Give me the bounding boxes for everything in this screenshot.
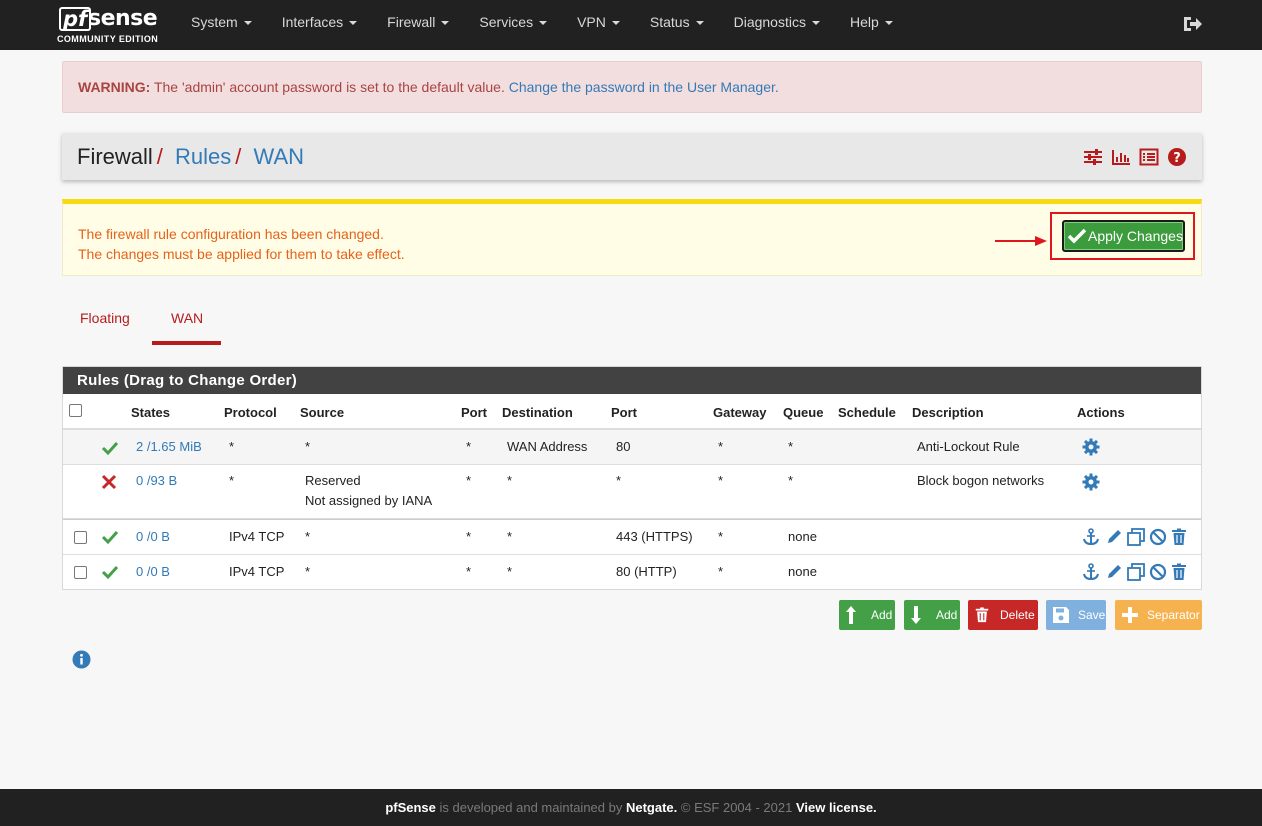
menu-system[interactable]: System [176, 0, 267, 50]
help-icon[interactable]: ? [1167, 147, 1187, 167]
row-checkbox[interactable] [74, 531, 87, 544]
shortcut-icons: ? [1083, 147, 1187, 167]
menu-status[interactable]: Status [635, 0, 719, 50]
caret-down-icon [243, 21, 252, 26]
caret-down-icon [695, 21, 704, 26]
bar-chart-icon[interactable] [1111, 147, 1131, 167]
breadcrumb-bar: Firewall / Rules / WAN ? [62, 133, 1202, 180]
apply-changes-button[interactable]: Apply Changes [1062, 220, 1185, 252]
header-description[interactable]: Description [912, 405, 984, 420]
trash-icon [975, 607, 989, 623]
breadcrumb-rules[interactable]: Rules [175, 144, 231, 169]
ban-icon[interactable] [1149, 563, 1167, 581]
pencil-icon[interactable] [1105, 563, 1123, 581]
arrow-right-icon [995, 236, 1047, 246]
breadcrumb: Firewall / Rules / WAN [77, 144, 305, 169]
gear-icon[interactable] [1082, 473, 1100, 491]
anchor-icon[interactable] [1082, 563, 1100, 581]
default-password-warning: WARNING: The 'admin' account password is… [62, 61, 1202, 113]
menu-vpn[interactable]: VPN [562, 0, 635, 50]
apply-highlight-box: Apply Changes [1050, 212, 1195, 260]
logout-icon[interactable] [1181, 13, 1203, 35]
caret-down-icon [884, 21, 893, 26]
pass-check-icon [101, 441, 119, 456]
menu-services[interactable]: Services [464, 0, 562, 50]
plus-icon [1122, 607, 1138, 623]
header-states[interactable]: States [131, 405, 170, 420]
caret-down-icon [441, 21, 450, 26]
menu-diagnostics[interactable]: Diagnostics [719, 0, 835, 50]
svg-text:?: ? [1173, 151, 1181, 166]
menu-interfaces[interactable]: Interfaces [267, 0, 372, 50]
header-port[interactable]: Port [461, 405, 487, 420]
active-tab-indicator [152, 341, 221, 345]
add-rule-top-button[interactable]: Add [839, 600, 895, 630]
netgate-link[interactable]: Netgate. [626, 800, 677, 815]
table-row[interactable]: 0 /0 B IPv4 TCP * * * 80 (HTTP) * none [63, 555, 1201, 590]
breadcrumb-firewall: Firewall [77, 144, 153, 169]
add-separator-button[interactable]: Separator [1115, 600, 1202, 630]
copy-icon[interactable] [1127, 528, 1145, 546]
table-row[interactable]: 2 /1.65 MiB * * * WAN Address 80 * * Ant… [63, 430, 1201, 465]
caret-down-icon [539, 21, 548, 26]
tab-wan[interactable]: WAN [171, 310, 203, 326]
config-changed-alert: The firewall rule configuration has been… [62, 199, 1202, 276]
caret-down-icon [811, 21, 820, 26]
add-rule-bottom-button[interactable]: Add [904, 600, 960, 630]
block-x-icon [101, 474, 117, 490]
info-icon[interactable] [72, 650, 91, 669]
arrow-turn-up-icon [846, 606, 856, 624]
header-queue[interactable]: Queue [783, 405, 823, 420]
states-link[interactable]: 0 /0 B [136, 562, 170, 582]
trash-icon[interactable] [1170, 528, 1188, 546]
pass-check-icon[interactable] [101, 528, 119, 546]
footer: pfSense is developed and maintained by N… [0, 789, 1262, 826]
rules-panel: Rules (Drag to Change Order) States Prot… [62, 366, 1202, 590]
row-checkbox[interactable] [74, 566, 87, 579]
change-password-link[interactable]: Change the password in the User Manager. [509, 79, 779, 95]
header-actions: Actions [1077, 405, 1125, 420]
delete-button[interactable]: Delete [968, 600, 1038, 630]
panel-title: Rules (Drag to Change Order) [63, 367, 1201, 394]
table-row[interactable]: 0 /0 B IPv4 TCP * * * 443 (HTTPS) * none [63, 519, 1201, 555]
main-menu: System Interfaces Firewall Services VPN … [176, 0, 908, 50]
check-icon [1068, 228, 1086, 244]
header-destination[interactable]: Destination [502, 405, 573, 420]
header-dest-port[interactable]: Port [611, 405, 637, 420]
caret-down-icon [611, 21, 620, 26]
save-button[interactable]: Save [1046, 600, 1106, 630]
arrow-turn-down-icon [911, 606, 921, 624]
pass-check-icon[interactable] [101, 563, 119, 581]
anchor-icon[interactable] [1082, 528, 1100, 546]
table-row[interactable]: 0 /93 B * Reserved Not assigned by IANA … [63, 465, 1201, 519]
header-source[interactable]: Source [300, 405, 344, 420]
top-navbar: pf sense COMMUNITY EDITION System Interf… [0, 0, 1262, 50]
pfsense-logo[interactable]: pf sense COMMUNITY EDITION [57, 4, 165, 46]
header-protocol[interactable]: Protocol [224, 405, 277, 420]
breadcrumb-wan[interactable]: WAN [254, 144, 305, 169]
pencil-icon[interactable] [1105, 528, 1123, 546]
select-all-checkbox[interactable] [69, 404, 82, 417]
floppy-disk-icon [1053, 607, 1069, 623]
header-gateway[interactable]: Gateway [713, 405, 766, 420]
menu-help[interactable]: Help [835, 0, 908, 50]
tab-floating[interactable]: Floating [80, 310, 130, 326]
copy-icon[interactable] [1127, 563, 1145, 581]
gear-icon[interactable] [1082, 438, 1100, 456]
states-link[interactable]: 0 /0 B [136, 527, 170, 547]
ban-icon[interactable] [1149, 528, 1167, 546]
trash-icon[interactable] [1170, 563, 1188, 581]
menu-firewall[interactable]: Firewall [372, 0, 464, 50]
list-icon[interactable] [1139, 147, 1159, 167]
sliders-icon[interactable] [1083, 147, 1103, 167]
view-license-link[interactable]: View license. [796, 800, 877, 815]
states-link[interactable]: 0 /93 B [136, 471, 177, 491]
header-schedule[interactable]: Schedule [838, 405, 896, 420]
caret-down-icon [349, 21, 358, 26]
states-link[interactable]: 2 /1.65 MiB [136, 437, 202, 457]
